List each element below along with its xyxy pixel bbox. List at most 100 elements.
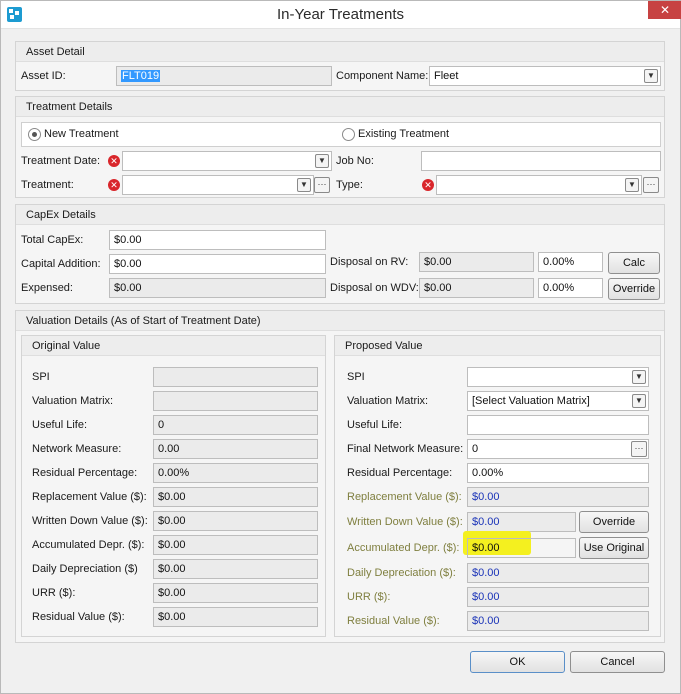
asset-id-field[interactable]: FLT019 [116,66,332,86]
disposal-rv-field: $0.00 [419,252,534,272]
disposal-rv-pct-input[interactable]: 0.00% [538,252,603,272]
original-row-value: $0.00 [158,539,186,551]
wdv-override-button[interactable]: Override [579,511,649,533]
disposal-wdv-label: Disposal on WDV: [330,282,419,294]
chevron-down-icon[interactable]: ▼ [297,178,311,192]
chevron-down-icon[interactable]: ▼ [632,370,646,384]
original-row-value: 0 [158,419,165,431]
capex-details-group: CapEx Details Total CapEx: $0.00 Capital… [15,204,665,304]
original-row-label: Replacement Value ($): [32,491,147,503]
job-no-label: Job No: [336,155,374,167]
original-row-field: 0.00 [153,439,318,459]
use-original-button[interactable]: Use Original [579,537,649,559]
proposed-accum-value: $0.00 [472,542,500,554]
title-bar: In-Year Treatments ✕ [1,1,681,29]
final-network-measure-value: 0 [472,443,479,455]
disposal-rv-pct-value: 0.00% [543,256,575,268]
valuation-matrix-select[interactable]: [Select Valuation Matrix] ▼ [467,391,649,411]
proposed-residual-label: Residual Value ($): [347,615,440,627]
disposal-wdv-pct-input[interactable]: 0.00% [538,278,603,298]
proposed-residual-pct-input[interactable]: 0.00% [467,463,649,483]
original-row-field: $0.00 [153,535,318,555]
proposed-accum-field: $0.00 [467,538,576,558]
chevron-down-icon[interactable]: ▼ [632,394,646,408]
original-row-value: $0.00 [158,515,186,527]
existing-treatment-label[interactable]: Existing Treatment [358,128,449,140]
close-button[interactable]: ✕ [648,1,681,19]
proposed-residual-value: $0.00 [472,615,500,627]
original-row-label: Daily Depreciation ($) [32,563,138,575]
proposed-value-header: Proposed Value [335,336,660,356]
valuation-details-group: Valuation Details (As of Start of Treatm… [15,310,665,643]
original-row-label: Network Measure: [32,443,122,455]
original-row-value: $0.00 [158,587,186,599]
chevron-down-icon[interactable]: ▼ [625,178,639,192]
component-name-value: Fleet [434,70,459,82]
original-row-value: $0.00 [158,491,186,503]
capex-details-header: CapEx Details [16,205,664,225]
original-row-label: Accumulated Depr. ($): [32,539,145,551]
original-row-value: $0.00 [158,611,186,623]
original-row-field: $0.00 [153,559,318,579]
original-row-value: $0.00 [158,563,186,575]
disposal-wdv-field: $0.00 [419,278,534,298]
type-label: Type: [336,179,363,191]
original-row-field: $0.00 [153,583,318,603]
original-value-header: Original Value [22,336,325,356]
proposed-useful-life-label: Useful Life: [347,419,403,431]
original-row-label: Written Down Value ($): [32,515,148,527]
total-capex-input[interactable]: $0.00 [109,230,326,250]
network-measure-browse-button[interactable]: ··· [631,441,647,457]
proposed-daily-label: Daily Depreciation ($): [347,567,456,579]
valuation-matrix-value: [Select Valuation Matrix] [472,395,590,407]
original-row-field: $0.00 [153,607,318,627]
treatment-details-group: Treatment Details New Treatment Existing… [15,96,665,198]
proposed-daily-value: $0.00 [472,567,500,579]
proposed-value-panel: Proposed Value SPI ▼ Valuation Matrix: [… [334,335,661,637]
component-name-label: Component Name: [336,70,429,82]
capital-addition-input[interactable]: $0.00 [109,254,326,274]
total-capex-label: Total CapEx: [21,234,84,246]
total-capex-value: $0.00 [114,234,142,246]
treatment-select[interactable]: ▼ [122,175,314,195]
proposed-accum-label: Accumulated Depr. ($): [347,542,460,554]
proposed-urr-field: $0.00 [467,587,649,607]
cancel-button[interactable]: Cancel [570,651,665,673]
error-icon: ✕ [108,179,120,191]
calc-button[interactable]: Calc [608,252,660,274]
original-row-label: URR ($): [32,587,76,599]
chevron-down-icon[interactable]: ▼ [315,154,329,168]
proposed-urr-value: $0.00 [472,591,500,603]
proposed-residual-pct-label: Residual Percentage: [347,467,453,479]
proposed-spi-select[interactable]: ▼ [467,367,649,387]
final-network-measure-input[interactable]: 0 ··· [467,439,649,459]
capital-addition-label: Capital Addition: [21,258,101,270]
proposed-useful-life-input[interactable] [467,415,649,435]
existing-treatment-radio[interactable] [342,128,355,141]
expensed-field: $0.00 [109,278,326,298]
treatment-browse-button[interactable]: ··· [314,177,330,193]
treatment-date-label: Treatment Date: [21,155,101,167]
window-title: In-Year Treatments [276,6,404,23]
job-no-input[interactable] [421,151,661,171]
proposed-matrix-label: Valuation Matrix: [347,395,429,407]
component-name-select[interactable]: Fleet ▼ [429,66,661,86]
error-icon: ✕ [422,179,434,191]
disposal-rv-label: Disposal on RV: [330,256,409,268]
chevron-down-icon[interactable]: ▼ [644,69,658,83]
expensed-label: Expensed: [21,282,73,294]
new-treatment-radio[interactable] [28,128,41,141]
new-treatment-label[interactable]: New Treatment [44,128,119,140]
proposed-spi-label: SPI [347,371,365,383]
treatment-label: Treatment: [21,179,74,191]
proposed-wdv-field: $0.00 [467,512,576,532]
type-browse-button[interactable]: ··· [643,177,659,193]
treatment-details-header: Treatment Details [16,97,664,117]
proposed-wdv-label: Written Down Value ($): [347,516,463,528]
dialog-window: In-Year Treatments ✕ Asset Detail Asset … [0,0,681,694]
treatment-date-field[interactable]: ▼ [122,151,332,171]
type-select[interactable]: ▼ [436,175,642,195]
capex-override-button[interactable]: Override [608,278,660,300]
proposed-residual-pct-value: 0.00% [472,467,504,479]
ok-button[interactable]: OK [470,651,565,673]
